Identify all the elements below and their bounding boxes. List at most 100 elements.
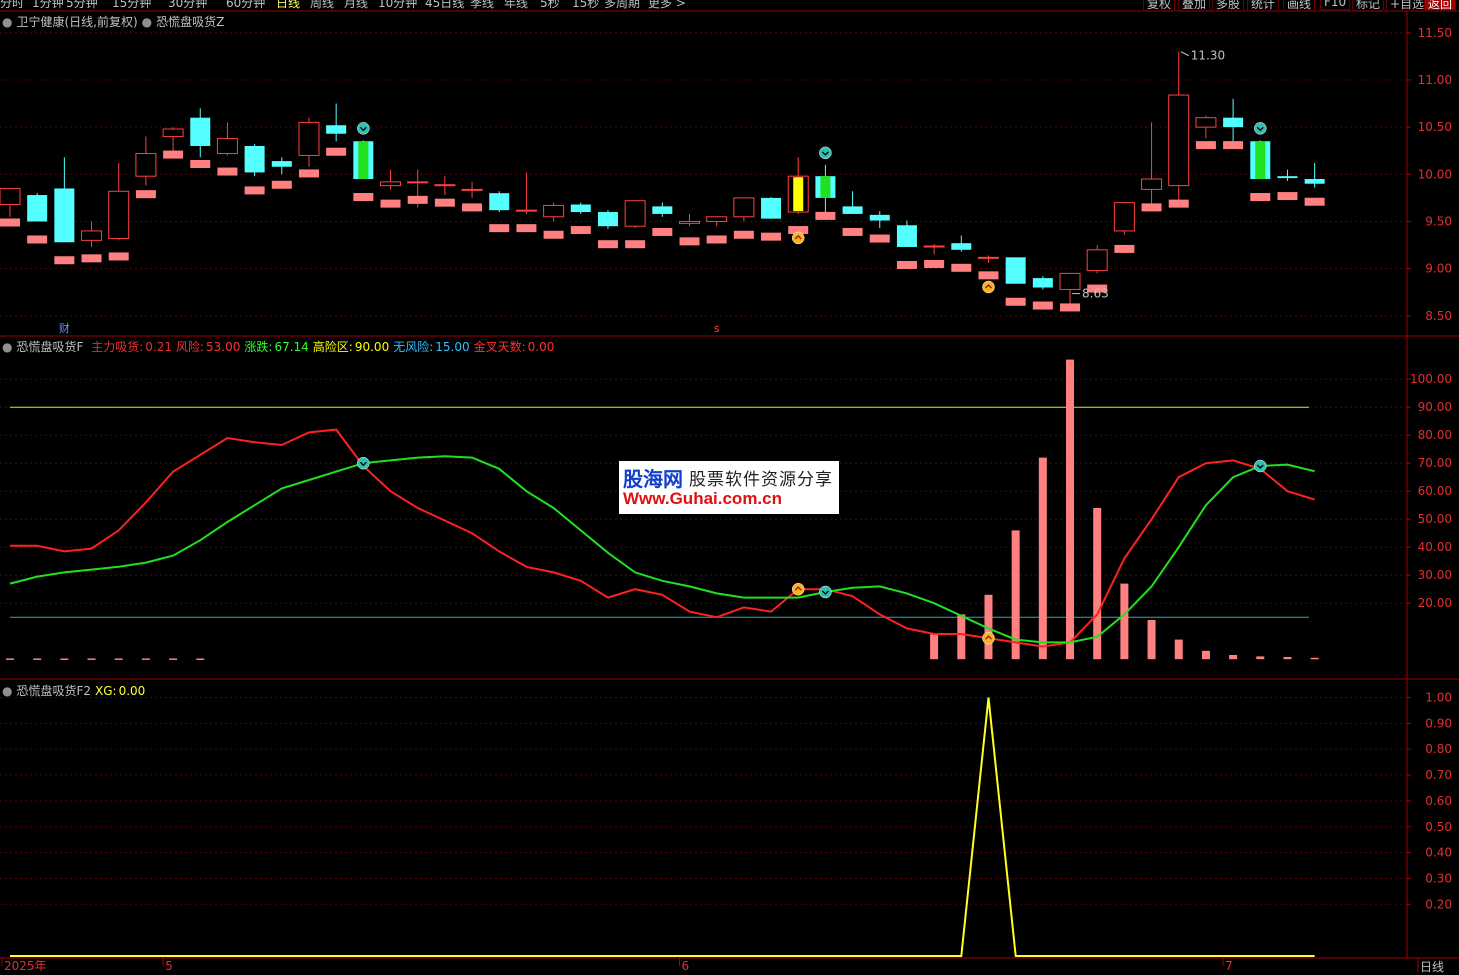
tick-label: 80.00 bbox=[1418, 428, 1452, 442]
candle bbox=[1005, 257, 1026, 306]
tick-label: 0.90 bbox=[1425, 716, 1452, 730]
candle bbox=[1086, 245, 1108, 293]
candle bbox=[54, 157, 75, 265]
date-label: 7 bbox=[1225, 959, 1233, 972]
candle bbox=[733, 197, 755, 239]
signal-block bbox=[924, 260, 945, 269]
candle bbox=[869, 211, 890, 243]
legend-label: 无风险: bbox=[393, 340, 434, 354]
candle bbox=[162, 127, 184, 159]
candle-body bbox=[1195, 117, 1217, 128]
candle bbox=[977, 255, 999, 280]
candle-body bbox=[543, 204, 565, 218]
volume-bar bbox=[957, 614, 966, 660]
candle bbox=[1059, 272, 1081, 312]
signal-block bbox=[0, 218, 20, 227]
candle bbox=[624, 200, 646, 249]
candle-body bbox=[896, 225, 917, 247]
tick-label: 10.00 bbox=[1418, 167, 1452, 181]
collapse-icon[interactable]: ● bbox=[142, 15, 152, 29]
tick-label: 0.40 bbox=[1425, 846, 1452, 860]
candle-body bbox=[326, 125, 347, 134]
legend-value: 0.21 bbox=[145, 340, 172, 354]
candle bbox=[190, 108, 211, 168]
signal-block bbox=[869, 234, 890, 243]
signal-block bbox=[54, 256, 75, 265]
down-arrow-icon bbox=[357, 122, 370, 135]
watermark-slogan: 股票软件资源分享 bbox=[689, 470, 833, 490]
signal-block bbox=[1277, 192, 1298, 201]
volume-bar bbox=[1256, 656, 1265, 660]
signal-block bbox=[978, 271, 999, 280]
tick-label: 10.50 bbox=[1418, 120, 1452, 134]
candle bbox=[489, 191, 510, 233]
candle bbox=[1223, 98, 1244, 150]
candle bbox=[679, 213, 700, 246]
signal-block bbox=[462, 203, 483, 212]
legend-value: 67.14 bbox=[274, 340, 309, 354]
low-label: 8.63 bbox=[1082, 287, 1109, 301]
period-label[interactable]: 日线 bbox=[1420, 958, 1444, 975]
candle-body bbox=[1059, 272, 1081, 290]
signal-block bbox=[597, 240, 618, 249]
indicator1-title: ● 恐慌盘吸货F 主力吸货: 0.21 风险: 53.00 涨跌: 67.14 高险区: 90.… bbox=[2, 338, 558, 355]
volume-bar bbox=[930, 634, 939, 660]
candle-body bbox=[1032, 278, 1053, 288]
candle-body bbox=[597, 212, 618, 227]
candle-body bbox=[706, 216, 728, 222]
collapse-icon[interactable]: ● bbox=[2, 340, 12, 354]
volume-bar bbox=[1310, 657, 1319, 660]
tick-label: 9.50 bbox=[1425, 214, 1452, 228]
candle-body bbox=[1304, 179, 1325, 184]
candle-highlight bbox=[1255, 141, 1266, 180]
legend-value: 0.00 bbox=[527, 340, 555, 354]
signal-block bbox=[733, 230, 754, 239]
tick-label: 0.30 bbox=[1425, 871, 1452, 885]
tick-label: 0.50 bbox=[1425, 820, 1452, 834]
candle-body bbox=[0, 187, 21, 205]
candle bbox=[1032, 276, 1053, 310]
signal-block bbox=[1060, 303, 1081, 312]
high-label: 11.30 bbox=[1191, 49, 1225, 63]
tick-label: 40.00 bbox=[1418, 540, 1452, 554]
candle-body bbox=[108, 190, 130, 239]
tick-label: 11.00 bbox=[1418, 73, 1452, 87]
candle bbox=[787, 157, 809, 235]
signal-block bbox=[516, 224, 537, 233]
indicator1-name: 恐慌盘吸货F bbox=[16, 340, 84, 354]
tick-label: 0.80 bbox=[1425, 742, 1452, 756]
watermark: 股海网 股票软件资源分享 Www.Guhai.com.cn bbox=[619, 461, 839, 514]
volume-bar bbox=[1120, 583, 1129, 660]
volume-bar bbox=[1038, 457, 1047, 660]
collapse-icon[interactable]: ● bbox=[2, 684, 12, 698]
candle bbox=[407, 169, 429, 208]
candle-body bbox=[1005, 257, 1026, 284]
candle-body bbox=[27, 195, 48, 222]
candle bbox=[706, 216, 728, 244]
candle bbox=[761, 196, 782, 241]
candle bbox=[923, 244, 945, 269]
legend-label: 风险: bbox=[175, 340, 205, 354]
legend-label: 主力吸货: bbox=[91, 340, 144, 354]
candle-body bbox=[380, 181, 402, 187]
candle-body bbox=[869, 214, 890, 221]
tick-label: 70.00 bbox=[1418, 456, 1452, 470]
down-arrow-icon bbox=[819, 146, 832, 160]
candle bbox=[896, 220, 917, 269]
volume-bar bbox=[1201, 650, 1210, 660]
candle-highlight bbox=[793, 177, 804, 212]
collapse-icon[interactable]: ● bbox=[2, 15, 12, 29]
signal-block bbox=[815, 211, 836, 220]
signal-block bbox=[489, 224, 510, 233]
main-pane-title: ● 卫宁健康(日线,前复权) ● 恐慌盘吸货Z bbox=[2, 13, 228, 30]
signal-block bbox=[1168, 199, 1189, 208]
tick-label: 0.70 bbox=[1425, 768, 1452, 782]
signal-block bbox=[244, 186, 265, 195]
candle-body bbox=[1113, 202, 1135, 232]
legend-label: 高险区: bbox=[312, 340, 353, 354]
volume-bar bbox=[1147, 620, 1156, 660]
candle-body bbox=[407, 181, 429, 184]
candle bbox=[515, 172, 537, 233]
signal-block bbox=[353, 193, 374, 202]
up-arrow-icon bbox=[982, 280, 995, 294]
